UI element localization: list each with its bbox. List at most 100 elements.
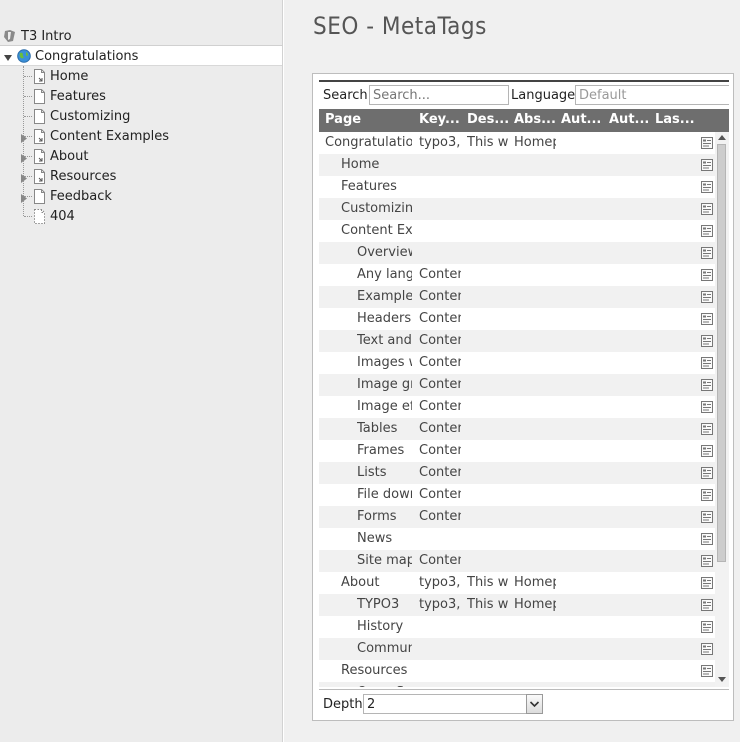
tree-node-content-examples[interactable]: Content Examples	[33, 126, 169, 146]
cell-page: Image effects	[357, 399, 412, 414]
edit-row-icon[interactable]	[701, 181, 713, 193]
tree-node-label: Features	[50, 88, 106, 104]
table-row[interactable]: Image groups Content	[319, 374, 715, 396]
grid-scrollbar[interactable]	[715, 132, 729, 687]
tree-node-congratulations[interactable]: Congratulations	[17, 46, 138, 66]
depth-select[interactable]: 2	[363, 694, 543, 714]
chevron-down-icon	[529, 701, 540, 708]
edit-row-icon[interactable]	[701, 423, 713, 435]
table-row[interactable]: Features	[319, 176, 715, 198]
edit-row-icon[interactable]	[701, 401, 713, 413]
edit-row-icon[interactable]	[701, 269, 713, 281]
tree-root-label: T3 Intro	[21, 28, 72, 44]
edit-row-icon[interactable]	[701, 203, 713, 215]
edit-row-icon[interactable]	[701, 577, 713, 589]
table-row[interactable]: Overview	[319, 242, 715, 264]
cell-keywords: Content	[419, 421, 461, 436]
tree-root[interactable]: T3 Intro	[0, 27, 72, 45]
table-row[interactable]: Home	[319, 154, 715, 176]
tree-node-feedback[interactable]: Feedback	[33, 186, 112, 206]
depth-toolbar: Depth 2	[319, 689, 729, 718]
page-icon	[33, 108, 46, 124]
language-select[interactable]	[575, 85, 729, 105]
table-row[interactable]: Open Source	[319, 682, 715, 687]
cell-page: Customizing	[341, 201, 412, 216]
edit-row-icon[interactable]	[701, 555, 713, 567]
column-header[interactable]: Aut...	[609, 112, 649, 127]
tree-node-customizing[interactable]: Customizing	[33, 106, 130, 126]
table-row[interactable]: News	[319, 528, 715, 550]
table-row[interactable]: Any language Content	[319, 264, 715, 286]
table-row[interactable]: Images with text Content	[319, 352, 715, 374]
edit-row-icon[interactable]	[701, 335, 713, 347]
edit-row-icon[interactable]	[701, 643, 713, 655]
edit-row-icon[interactable]	[701, 621, 713, 633]
table-row[interactable]: Text and images Content	[319, 330, 715, 352]
table-row[interactable]: About typo3, This w Homep	[319, 572, 715, 594]
cell-keywords: Content	[419, 487, 461, 502]
tree-expand-arrow-icon[interactable]	[20, 172, 28, 183]
cell-abstract: Homep	[514, 597, 556, 612]
cell-keywords: Content	[419, 509, 461, 524]
column-header[interactable]: Aut...	[561, 112, 603, 127]
column-header[interactable]: Des...	[467, 112, 509, 127]
tree-expand-arrow-icon[interactable]	[20, 152, 28, 163]
tree-expand-arrow-icon[interactable]	[20, 132, 28, 143]
typo3-logo-icon	[2, 28, 18, 44]
scroll-up-arrow-icon[interactable]	[718, 135, 726, 140]
edit-row-icon[interactable]	[701, 511, 713, 523]
table-row[interactable]: TYPO3 typo3, This w Homep	[319, 594, 715, 616]
tree-expand-arrow-icon[interactable]	[20, 192, 28, 203]
tree-node-label: About	[50, 148, 89, 164]
column-header[interactable]: Key...	[419, 112, 461, 127]
tree-node-resources[interactable]: Resources	[33, 166, 116, 186]
scrollbar-thumb[interactable]	[717, 144, 726, 562]
table-row[interactable]: Community	[319, 638, 715, 660]
table-row[interactable]: Headers Content	[319, 308, 715, 330]
table-row[interactable]: Lists Content	[319, 462, 715, 484]
edit-row-icon[interactable]	[701, 247, 713, 259]
table-row[interactable]: File downloads Content	[319, 484, 715, 506]
edit-row-icon[interactable]	[701, 137, 713, 149]
edit-row-icon[interactable]	[701, 445, 713, 457]
edit-row-icon[interactable]	[701, 599, 713, 611]
table-row[interactable]: Content Examples	[319, 220, 715, 242]
table-row[interactable]: Forms Content	[319, 506, 715, 528]
cell-keywords: Content	[419, 289, 461, 304]
edit-row-icon[interactable]	[701, 467, 713, 479]
column-header[interactable]: Page	[325, 112, 413, 127]
edit-row-icon[interactable]	[701, 533, 713, 545]
table-row[interactable]: Image effects Content	[319, 396, 715, 418]
filter-toolbar: Search Language	[319, 85, 729, 107]
edit-row-icon[interactable]	[701, 379, 713, 391]
table-row[interactable]: Resources	[319, 660, 715, 682]
search-input[interactable]	[369, 85, 509, 105]
edit-row-icon[interactable]	[701, 291, 713, 303]
tree-node-home[interactable]: Home	[33, 66, 88, 86]
table-row[interactable]: Congratulations typo3, This w Homep	[319, 132, 715, 154]
edit-row-icon[interactable]	[701, 313, 713, 325]
table-row[interactable]: History	[319, 616, 715, 638]
table-row[interactable]: Site map Content	[319, 550, 715, 572]
tree-node-404[interactable]: 404	[33, 206, 75, 226]
scroll-down-arrow-icon[interactable]	[718, 677, 726, 682]
table-row[interactable]: Tables Content	[319, 418, 715, 440]
cell-keywords: Content	[419, 443, 461, 458]
tree-node-features[interactable]: Features	[33, 86, 106, 106]
column-header[interactable]: Las...	[655, 112, 695, 127]
edit-row-icon[interactable]	[701, 225, 713, 237]
edit-row-icon[interactable]	[701, 489, 713, 501]
edit-row-icon[interactable]	[701, 357, 713, 369]
cell-page: History	[357, 619, 404, 634]
cell-page: Tables	[357, 421, 398, 436]
tree-node-about[interactable]: About	[33, 146, 88, 166]
column-header[interactable]: Abs...	[514, 112, 556, 127]
cell-page: Image groups	[357, 377, 412, 392]
table-row[interactable]: Examples Content	[319, 286, 715, 308]
tree-collapse-arrow-icon[interactable]	[4, 52, 12, 61]
table-row[interactable]: Customizing	[319, 198, 715, 220]
depth-dropdown-button[interactable]	[526, 694, 543, 714]
table-row[interactable]: Frames Content	[319, 440, 715, 462]
edit-row-icon[interactable]	[701, 159, 713, 171]
edit-row-icon[interactable]	[701, 665, 713, 677]
